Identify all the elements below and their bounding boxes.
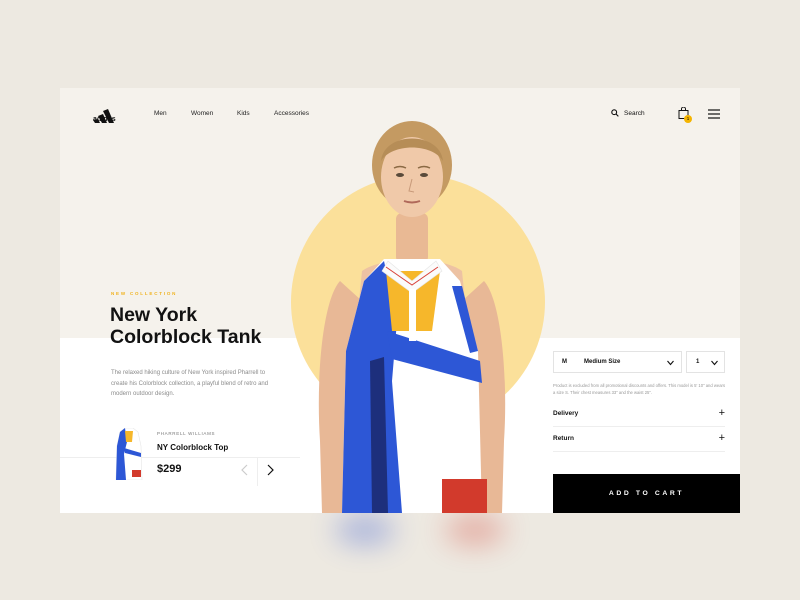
featured-product-title[interactable]: NY Colorblock Top: [157, 443, 228, 452]
divider: [60, 457, 300, 458]
product-thumbnail[interactable]: [114, 428, 144, 480]
accordion-return[interactable]: Return +: [553, 428, 725, 452]
search-label: Search: [624, 109, 645, 117]
product-card: adidas Men Women Kids Accessories Search…: [60, 88, 740, 513]
arrow-left-icon[interactable]: [240, 464, 250, 476]
product-description: The relaxed hiking culture of New York i…: [111, 370, 269, 397]
nav-women[interactable]: Women: [191, 110, 213, 117]
quantity-select[interactable]: 1: [686, 351, 725, 373]
product-title-line1: New York: [110, 304, 198, 326]
product-title: New York Colorblock Tank: [110, 304, 261, 348]
product-note: Product is excluded from all promotional…: [553, 383, 726, 395]
chevron-down-icon: [711, 360, 718, 366]
nav-accessories[interactable]: Accessories: [274, 110, 309, 117]
quantity-value: 1: [696, 359, 700, 365]
cart-count-badge: 1: [684, 115, 692, 123]
arrow-separator: [257, 458, 258, 486]
arrow-right-icon[interactable]: [265, 464, 275, 476]
plus-icon: +: [718, 432, 725, 444]
size-select[interactable]: M Medium Size: [553, 351, 682, 373]
featured-price: $299: [157, 463, 182, 475]
size-name: Medium Size: [584, 359, 621, 365]
model-image: [318, 121, 506, 513]
plus-icon: +: [718, 407, 725, 419]
menu-icon[interactable]: [708, 109, 720, 119]
logo-wordmark: adidas: [93, 116, 116, 123]
nav-kids[interactable]: Kids: [237, 110, 250, 117]
add-to-cart-button[interactable]: ADD TO CART: [553, 474, 740, 513]
nav-men[interactable]: Men: [154, 110, 167, 117]
size-abbr: M: [562, 359, 567, 365]
chevron-down-icon: [667, 360, 674, 366]
accordion-delivery-label: Delivery: [553, 410, 579, 417]
search-icon: [611, 109, 619, 117]
search-button[interactable]: Search: [611, 109, 645, 117]
product-title-line2: Colorblock Tank: [110, 326, 262, 348]
collection-kicker: NEW COLLECTION: [111, 291, 178, 296]
featured-brand-label: PHARRELL WILLIAMS: [157, 431, 216, 436]
accordion-delivery[interactable]: Delivery +: [553, 403, 725, 427]
accordion-return-label: Return: [553, 435, 574, 442]
